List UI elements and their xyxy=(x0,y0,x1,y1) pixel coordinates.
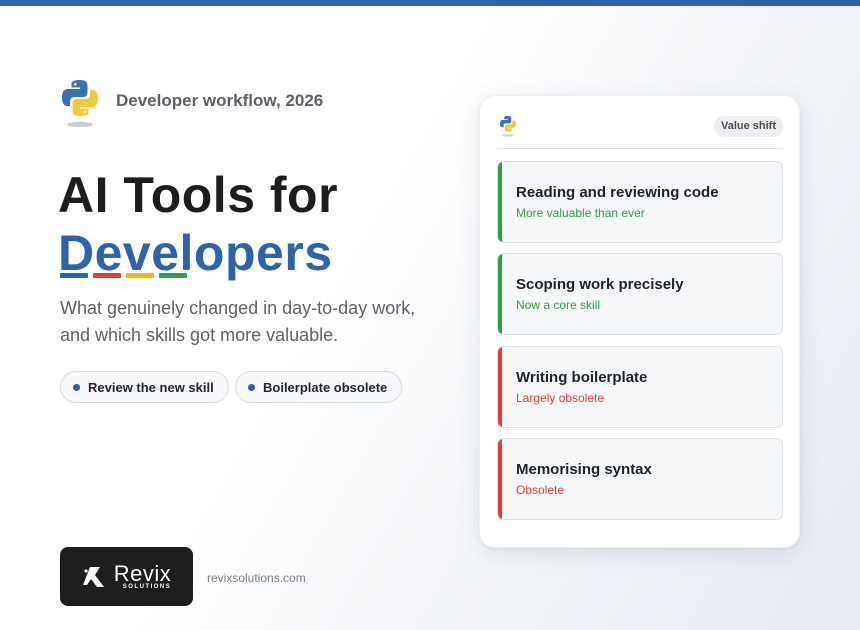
brand-mark-icon xyxy=(82,566,104,587)
item-title: Memorising syntax xyxy=(516,461,652,478)
underline-blue xyxy=(60,273,88,278)
underline-yellow xyxy=(126,273,154,278)
python-logo-icon xyxy=(62,80,98,128)
value-shift-card: Value shift Reading and reviewing code M… xyxy=(479,95,800,548)
bullet-dot-icon xyxy=(73,383,80,391)
brand-text: Revix SOLUTIONS xyxy=(113,560,172,590)
brand-subtitle: SOLUTIONS xyxy=(122,583,172,590)
underline-green xyxy=(159,273,187,278)
brand-logo[interactable]: Revix SOLUTIONS xyxy=(60,547,193,606)
chip-label: Review the new skill xyxy=(88,379,214,395)
item-note: Obsolete xyxy=(516,483,565,497)
list-item: Scoping work precisely Now a core skill xyxy=(497,253,783,335)
item-title: Writing boilerplate xyxy=(516,369,648,386)
chip-label: Boilerplate obsolete xyxy=(263,379,388,395)
page-title-line1: AI Tools for xyxy=(58,167,339,223)
item-note: Now a core skill xyxy=(516,298,601,312)
item-note: More valuable than ever xyxy=(516,206,645,220)
item-title: Scoping work precisely xyxy=(516,276,684,293)
status-stripe xyxy=(498,439,502,519)
status-badge: Value shift xyxy=(713,116,783,137)
bullet-dot-icon xyxy=(248,383,255,391)
site-link[interactable]: revixsolutions.com xyxy=(207,571,306,585)
list-item: Writing boilerplate Largely obsolete xyxy=(497,346,783,428)
underline-red xyxy=(93,273,121,278)
subtitle-line2: and which skills got more valuable. xyxy=(60,325,339,345)
status-stripe xyxy=(498,347,502,427)
subtitle: What genuinely changed in day-to-day wor… xyxy=(60,295,450,349)
eyebrow-text: Developer workflow, 2026 xyxy=(116,91,324,110)
item-note: Largely obsolete xyxy=(516,391,605,405)
chip-review[interactable]: Review the new skill xyxy=(60,371,229,403)
status-stripe xyxy=(498,162,502,242)
item-title: Reading and reviewing code xyxy=(516,184,719,201)
brand-name: Revix xyxy=(113,560,172,586)
top-accent-bar xyxy=(0,0,860,6)
chip-boilerplate[interactable]: Boilerplate obsolete xyxy=(235,371,403,403)
card-divider xyxy=(497,148,783,149)
list-item: Reading and reviewing code More valuable… xyxy=(497,161,783,243)
python-logo-icon xyxy=(500,115,516,137)
status-stripe xyxy=(498,254,502,334)
subtitle-line1: What genuinely changed in day-to-day wor… xyxy=(60,298,416,318)
list-item: Memorising syntax Obsolete xyxy=(497,438,783,520)
